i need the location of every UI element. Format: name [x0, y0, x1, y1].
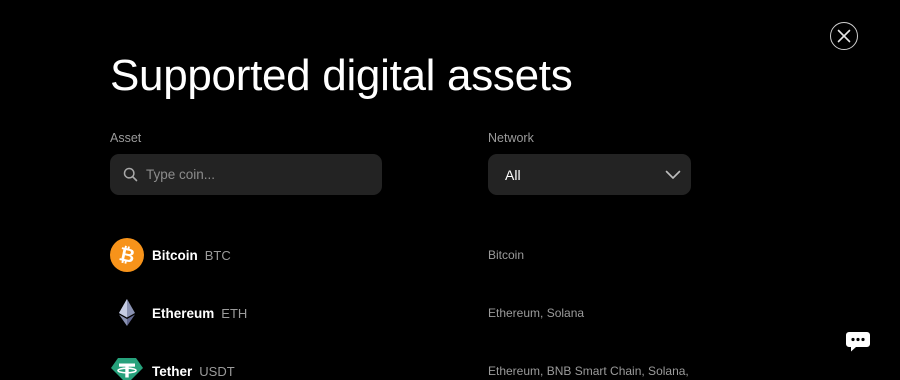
chat-button[interactable]: [845, 330, 871, 354]
page-title: Supported digital assets: [110, 51, 573, 100]
tether-icon: [110, 354, 144, 380]
close-button[interactable]: [830, 22, 858, 50]
assets-modal: Supported digital assets Asset Network A…: [0, 0, 900, 380]
asset-name: Bitcoin: [152, 247, 198, 263]
asset-search-input[interactable]: [146, 167, 366, 182]
asset-symbol: ETH: [221, 305, 248, 321]
asset-search-box[interactable]: [110, 154, 382, 195]
network-filter-label: Network: [488, 131, 534, 145]
asset-row-ethereum[interactable]: Ethereum ETH Ethereum, Solana: [110, 293, 810, 333]
chat-icon: [846, 332, 870, 352]
asset-row-bitcoin[interactable]: ₿ Bitcoin BTC Bitcoin: [110, 235, 810, 275]
asset-networks: Bitcoin: [488, 248, 525, 262]
asset-symbol: BTC: [204, 247, 231, 263]
ethereum-icon: [110, 296, 144, 330]
bitcoin-icon: ₿: [110, 238, 144, 272]
asset-name: Tether: [152, 363, 193, 379]
asset-name: Ethereum: [152, 305, 215, 321]
asset-networks: Ethereum, BNB Smart Chain, Solana,: [488, 364, 689, 378]
asset-symbol: USDT: [199, 363, 235, 379]
chevron-down-icon: [665, 170, 681, 179]
search-icon: [123, 167, 138, 182]
asset-row-tether[interactable]: Tether USDT Ethereum, BNB Smart Chain, S…: [110, 351, 810, 380]
asset-filter-label: Asset: [110, 131, 142, 145]
network-select-value: All: [505, 166, 521, 183]
network-select[interactable]: All: [488, 154, 691, 195]
close-icon: [837, 29, 851, 43]
asset-networks: Ethereum, Solana: [488, 306, 585, 320]
